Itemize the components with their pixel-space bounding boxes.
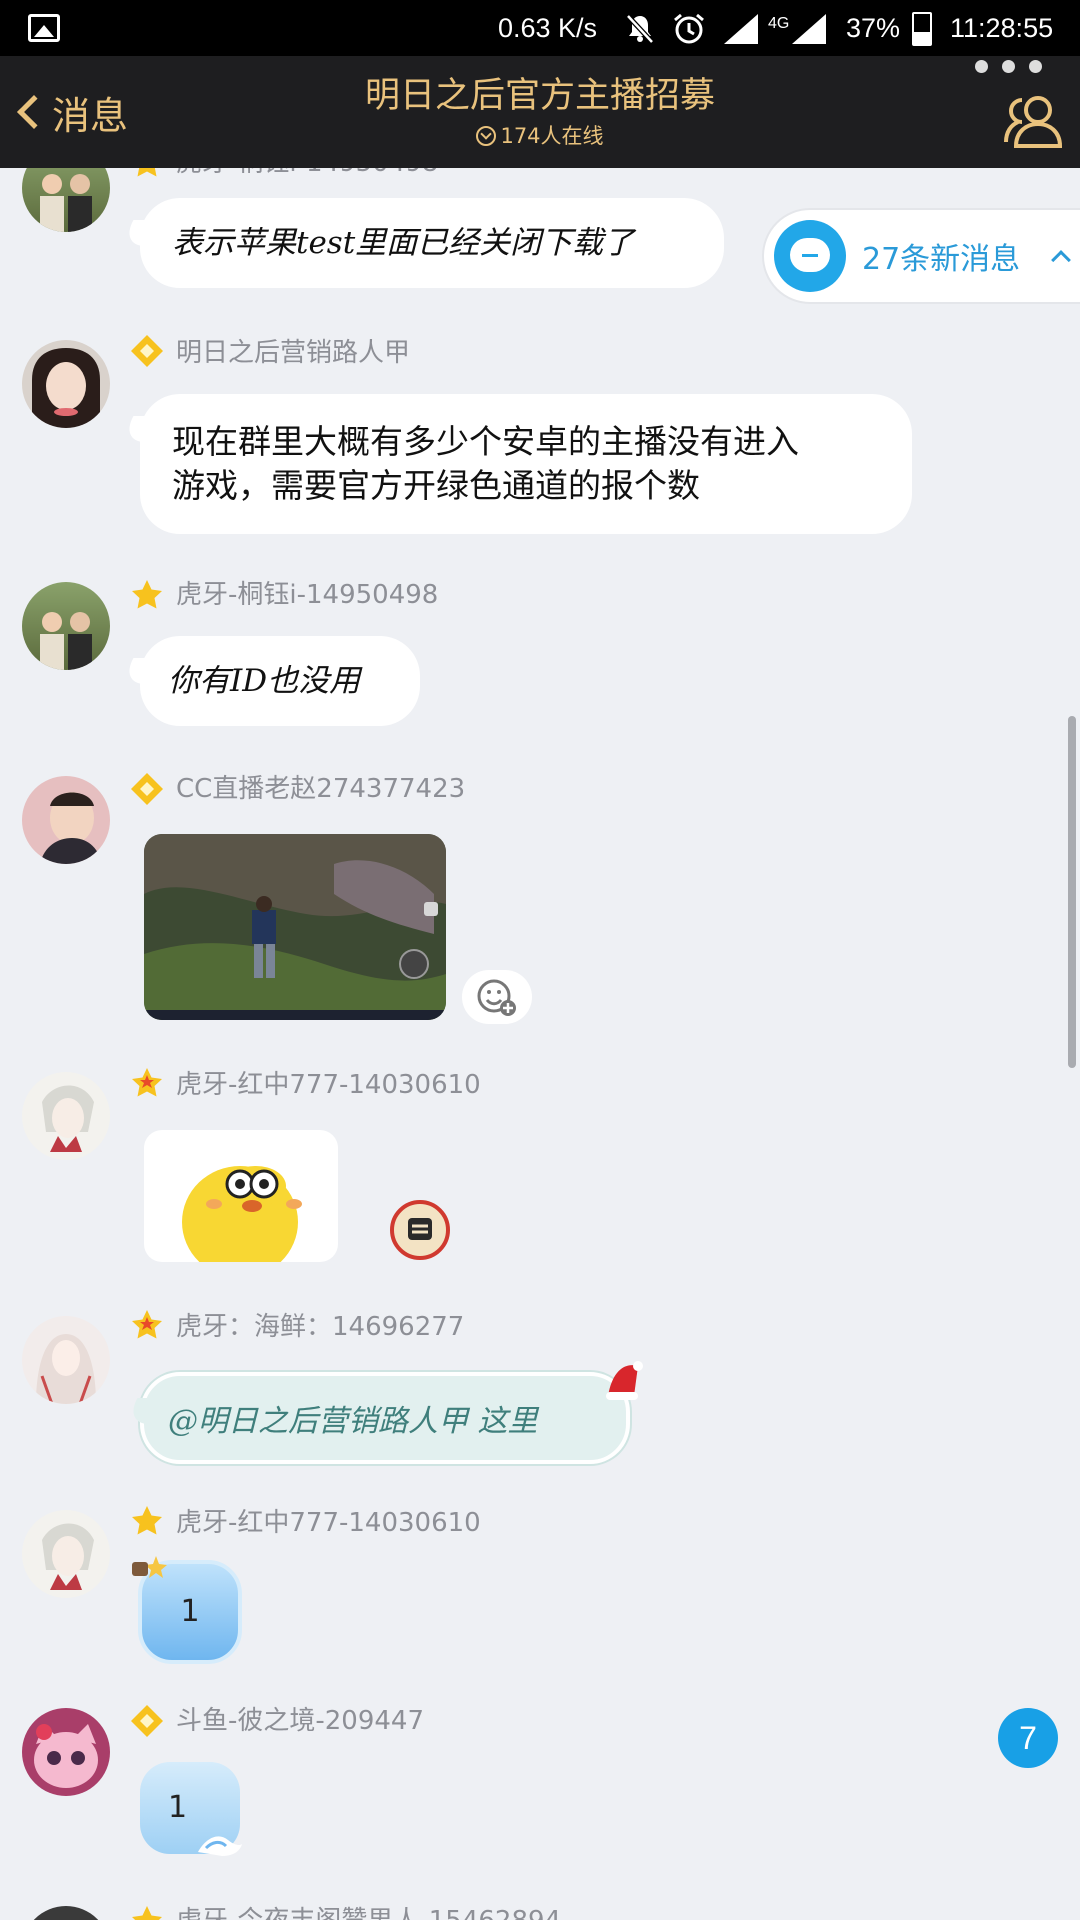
dot-icon <box>975 60 988 73</box>
star-icon <box>132 1068 162 1097</box>
group-title[interactable]: 明日之后官方主播招募 <box>0 74 1080 118</box>
sender-name: CC直播老赵274377423 <box>176 774 466 804</box>
star-icon <box>132 580 162 609</box>
new-messages-button[interactable]: 27条新消息 <box>762 208 1080 304</box>
unread-badge[interactable]: 7 <box>998 1708 1058 1768</box>
network-type: 4G <box>768 15 790 32</box>
santa-hat-icon <box>606 1361 643 1400</box>
star-icon <box>132 1506 162 1535</box>
diamond-rank-icon <box>131 1705 163 1737</box>
chat-header: 消息 明日之后官方主播招募 174人在线 <box>0 56 1080 168</box>
avatar[interactable] <box>22 1708 110 1796</box>
avatar[interactable] <box>22 582 110 670</box>
avatar[interactable] <box>22 1510 110 1598</box>
avatar[interactable] <box>22 1906 110 1920</box>
star-icon <box>132 1906 162 1920</box>
alarm-icon <box>672 12 706 53</box>
clock: 11:28:55 <box>950 13 1054 43</box>
network-speed: 0.63 K/s <box>498 13 598 43</box>
add-reaction-button[interactable] <box>462 970 532 1024</box>
avatar[interactable] <box>22 168 110 232</box>
sender-name: 虎牙-红中777-14030610 <box>176 1508 481 1538</box>
sender-name: 虎牙-桐钰i-14950498 <box>176 168 438 180</box>
sender-name: 虎牙-红中777-14030610 <box>176 1070 481 1100</box>
game-screenshot-image[interactable] <box>144 834 446 1020</box>
sticker-decoration-icon <box>132 1556 167 1578</box>
avatar[interactable] <box>22 1072 110 1160</box>
reaction-icon <box>408 1218 432 1240</box>
message-bubble[interactable]: 表示苹果test里面已经关闭下载了 <box>140 198 724 288</box>
avatar[interactable] <box>22 340 110 428</box>
diamond-rank-icon <box>131 773 163 805</box>
message-bubble[interactable]: @明日之后营销路人甲 这里 <box>140 1372 630 1464</box>
message-list[interactable]: 虎牙-桐钰i-14950498 表示苹果test里面已经关闭下载了 27条新消息… <box>0 168 1080 1920</box>
online-count-label: 174人在线 <box>500 124 604 148</box>
bell-off-icon <box>624 12 656 51</box>
scrollbar[interactable] <box>1068 716 1076 1068</box>
star-icon <box>132 1310 162 1339</box>
avatar[interactable] <box>22 776 110 864</box>
reaction-badge[interactable] <box>390 1200 450 1260</box>
chevron-up-icon <box>1051 250 1072 270</box>
image-icon <box>28 14 60 42</box>
wave-decoration-icon <box>198 1836 242 1856</box>
new-messages-label: 27条新消息 <box>862 242 1021 277</box>
status-bar: 0.63 K/s 4G 37% 11:28:55 <box>0 0 1080 56</box>
chevron-down-icon <box>476 126 497 146</box>
online-count: 174人在线 <box>0 122 1080 150</box>
star-icon <box>137 168 157 177</box>
sender-name: 虎牙-桐钰i-14950498 <box>176 580 439 610</box>
signal-4g-icon <box>792 14 826 44</box>
diamond-rank-icon <box>131 335 163 367</box>
sender-name: 明日之后营销路人甲 <box>176 338 411 368</box>
avatar[interactable] <box>22 1316 110 1404</box>
more-button[interactable] <box>975 60 1042 73</box>
dot-icon <box>1029 60 1042 73</box>
battery-icon <box>912 12 932 46</box>
dot-icon <box>1002 60 1015 73</box>
duck-sticker-image[interactable] <box>144 1130 338 1262</box>
sender-name: 斗鱼-彼之境-209447 <box>176 1706 425 1736</box>
chat-bubble-icon <box>774 220 846 292</box>
sender-name: 虎牙：海鲜：14696277 <box>176 1312 465 1342</box>
message-bubble[interactable]: 现在群里大概有多少个安卓的主播没有进入 游戏，需要官方开绿色通道的报个数 <box>140 394 912 534</box>
group-members-icon[interactable] <box>1000 86 1070 156</box>
sender-name: 虎牙-今夜丰阁赞男人-15462894 <box>176 1904 561 1920</box>
message-bubble[interactable]: 你有ID也没用 <box>140 636 420 726</box>
smiley-add-icon <box>477 979 516 1016</box>
battery-percent: 37% <box>846 13 901 43</box>
signal-icon <box>724 14 758 44</box>
